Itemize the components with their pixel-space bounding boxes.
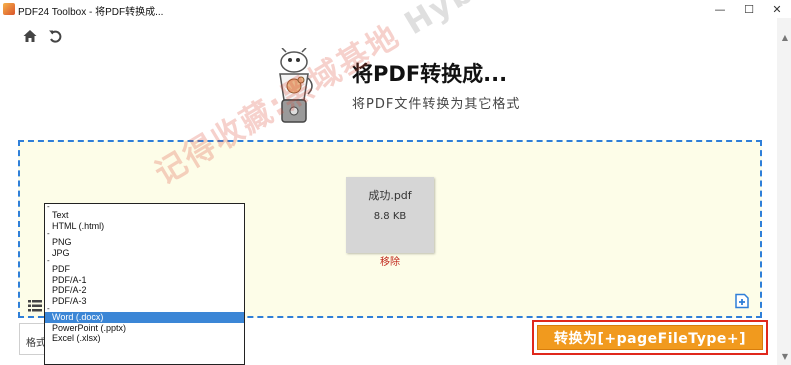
- home-icon[interactable]: [22, 28, 38, 44]
- scroll-down-arrow-icon[interactable]: ▼: [782, 352, 788, 361]
- page-subtitle: 将PDF文件转换为其它格式: [352, 97, 521, 112]
- list-view-icon[interactable]: [28, 297, 42, 312]
- dropdown-option[interactable]: Word (.docx): [45, 312, 244, 323]
- remove-file-link[interactable]: 移除: [370, 253, 410, 268]
- pdf24-app-icon: [3, 3, 15, 15]
- convert-button-highlight: 转换为[+pageFileType+]: [532, 320, 768, 355]
- minimize-button[interactable]: —: [706, 0, 734, 18]
- scroll-up-arrow-icon[interactable]: ▲: [782, 33, 788, 42]
- dropdown-option[interactable]: PDF/A-2: [45, 285, 244, 296]
- dropdown-option[interactable]: HTML (.html): [45, 221, 244, 232]
- file-card[interactable]: 成功.pdf 8.8 KB: [346, 177, 434, 253]
- close-button[interactable]: ✕: [763, 0, 791, 18]
- format-dropdown-list[interactable]: - Text HTML (.html) - PNG JPG - PDF PDF/A-1 PDF/A…: [44, 203, 245, 365]
- window-titlebar: PDF24 Toolbox - 将PDF转换成... — ☐ ✕: [0, 0, 791, 18]
- undo-icon[interactable]: [47, 28, 63, 44]
- window-title: PDF24 Toolbox - 将PDF转换成...: [18, 7, 164, 18]
- dropdown-option[interactable]: JPG: [45, 248, 244, 259]
- convert-button[interactable]: 转换为[+pageFileType+]: [537, 325, 763, 350]
- dropdown-option[interactable]: PDF: [45, 264, 244, 275]
- pdf24-mascot-blender-illustration: [268, 47, 318, 128]
- maximize-button[interactable]: ☐: [735, 0, 763, 18]
- file-size: 8.8 KB: [373, 211, 407, 222]
- page-title: 将PDF转换成...: [352, 62, 508, 86]
- vertical-scrollbar[interactable]: [777, 18, 791, 365]
- dropdown-option[interactable]: PowerPoint (.pptx): [45, 323, 244, 334]
- dropdown-option[interactable]: Text: [45, 210, 244, 221]
- dropdown-option[interactable]: PDF/A-1: [45, 275, 244, 286]
- file-name: 成功.pdf: [368, 189, 412, 202]
- add-file-icon[interactable]: [734, 293, 750, 309]
- dropdown-option[interactable]: PNG: [45, 237, 244, 248]
- dropdown-option[interactable]: Excel (.xlsx): [45, 333, 244, 344]
- dropdown-option[interactable]: PDF/A-3: [45, 296, 244, 307]
